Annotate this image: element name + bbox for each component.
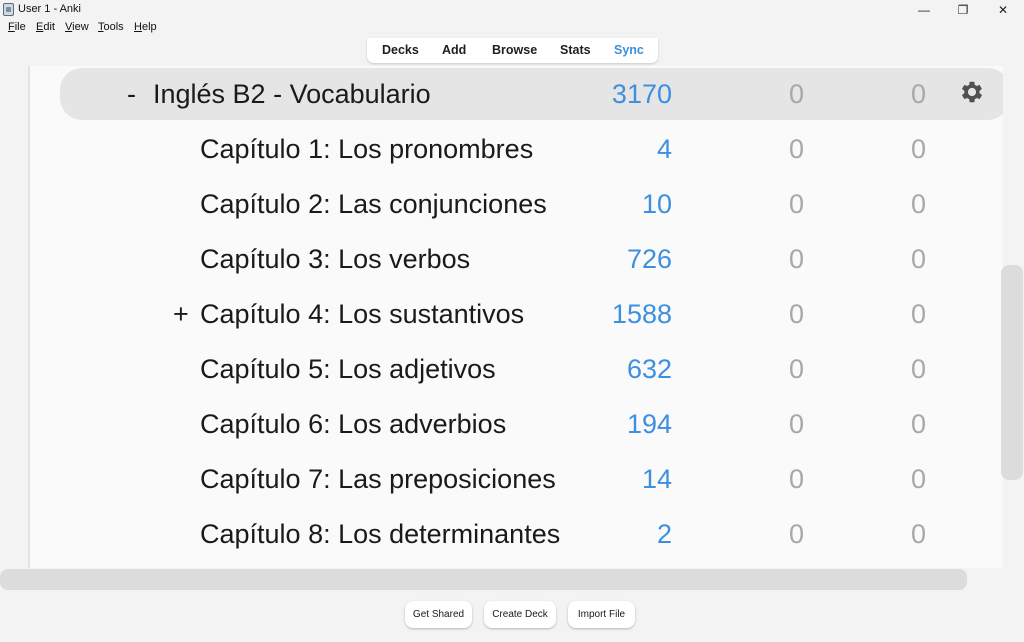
- menu-view[interactable]: View: [65, 21, 89, 33]
- new-count: 4: [656, 134, 672, 164]
- learn-count: 0: [788, 464, 804, 494]
- menu-edit[interactable]: Edit: [36, 21, 55, 33]
- deck-row[interactable]: Capítulo 3: Los verbos 726 0 0: [30, 233, 1003, 285]
- learn-count: 0: [788, 299, 804, 329]
- new-count: 3170: [611, 79, 672, 109]
- due-count: 0: [910, 79, 926, 109]
- deck-name[interactable]: Capítulo 2: Las conjunciones: [200, 189, 547, 220]
- collapse-toggle[interactable]: -: [127, 79, 136, 110]
- menu-tools[interactable]: Tools: [98, 21, 124, 33]
- due-count: 0: [910, 519, 926, 549]
- due-count: 0: [910, 354, 926, 384]
- deck-row[interactable]: Capítulo 2: Las conjunciones 10 0 0: [30, 178, 1003, 230]
- toolbar-sync[interactable]: Sync: [614, 43, 644, 57]
- due-count: 0: [910, 464, 926, 494]
- due-count: 0: [910, 299, 926, 329]
- deck-row-ingles-b2[interactable]: - Inglés B2 - Vocabulario 3170 0 0: [60, 68, 1003, 120]
- learn-count: 0: [788, 189, 804, 219]
- deck-name[interactable]: Inglés B2 - Vocabulario: [153, 79, 431, 110]
- new-count: 632: [626, 354, 672, 384]
- new-count: 1588: [611, 299, 672, 329]
- new-count: 194: [626, 409, 672, 439]
- menu-file[interactable]: File: [8, 21, 26, 33]
- vertical-scrollbar-thumb[interactable]: [1001, 265, 1023, 480]
- learn-count: 0: [788, 354, 804, 384]
- deck-list: - Inglés B2 - Vocabulario 3170 0 0 Capít…: [28, 66, 1003, 568]
- get-shared-button[interactable]: Get Shared: [405, 601, 472, 628]
- title-bar: User 1 - Anki — ❐ ✕: [0, 0, 1024, 20]
- new-count: 14: [641, 464, 672, 494]
- deck-row[interactable]: Capítulo 5: Los adjetivos 632 0 0: [30, 343, 1003, 395]
- create-deck-button[interactable]: Create Deck: [484, 601, 556, 628]
- gear-icon[interactable]: [958, 78, 986, 106]
- deck-name[interactable]: Capítulo 4: Los sustantivos: [200, 299, 524, 330]
- menu-help[interactable]: Help: [134, 21, 157, 33]
- toolbar-add[interactable]: Add: [442, 43, 466, 57]
- due-count: 0: [910, 189, 926, 219]
- deck-row[interactable]: Capítulo 8: Los determinantes 2 0 0: [30, 508, 1003, 560]
- import-file-button[interactable]: Import File: [568, 601, 635, 628]
- toolbar-browse[interactable]: Browse: [492, 43, 537, 57]
- expand-toggle[interactable]: +: [173, 299, 189, 330]
- deck-row[interactable]: Capítulo 6: Los adverbios 194 0 0: [30, 398, 1003, 450]
- new-count: 2: [656, 519, 672, 549]
- deck-name[interactable]: Capítulo 8: Los determinantes: [200, 519, 560, 550]
- due-count: 0: [910, 409, 926, 439]
- close-icon: ✕: [997, 3, 1009, 17]
- deck-name[interactable]: Capítulo 3: Los verbos: [200, 244, 470, 275]
- restore-icon: ❐: [957, 3, 969, 17]
- due-count: 0: [910, 134, 926, 164]
- deck-name[interactable]: Capítulo 5: Los adjetivos: [200, 354, 496, 385]
- learn-count: 0: [788, 519, 804, 549]
- maximize-button[interactable]: ❐: [943, 0, 983, 20]
- deck-row[interactable]: Capítulo 7: Las preposiciones 14 0 0: [30, 453, 1003, 505]
- deck-name[interactable]: Capítulo 7: Las preposiciones: [200, 464, 556, 495]
- menu-bar: File Edit View Tools Help: [0, 20, 1024, 36]
- new-count: 726: [626, 244, 672, 274]
- deck-name[interactable]: Capítulo 1: Los pronombres: [200, 134, 533, 165]
- toolbar-stats[interactable]: Stats: [560, 43, 591, 57]
- deck-row[interactable]: + Capítulo 4: Los sustantivos 1588 0 0: [30, 288, 1003, 340]
- minimize-icon: —: [918, 3, 930, 17]
- deck-name[interactable]: Capítulo 6: Los adverbios: [200, 409, 506, 440]
- horizontal-scrollbar-thumb[interactable]: [0, 569, 967, 590]
- learn-count: 0: [788, 134, 804, 164]
- anki-app-icon: [3, 3, 14, 16]
- window-title: User 1 - Anki: [18, 3, 81, 15]
- minimize-button[interactable]: —: [904, 0, 944, 20]
- learn-count: 0: [788, 79, 804, 109]
- deck-row[interactable]: Capítulo 1: Los pronombres 4 0 0: [30, 123, 1003, 175]
- learn-count: 0: [788, 409, 804, 439]
- due-count: 0: [910, 244, 926, 274]
- new-count: 10: [641, 189, 672, 219]
- main-toolbar: Decks Add Browse Stats Sync: [367, 38, 658, 63]
- toolbar-decks[interactable]: Decks: [382, 43, 419, 57]
- close-button[interactable]: ✕: [983, 0, 1023, 20]
- learn-count: 0: [788, 244, 804, 274]
